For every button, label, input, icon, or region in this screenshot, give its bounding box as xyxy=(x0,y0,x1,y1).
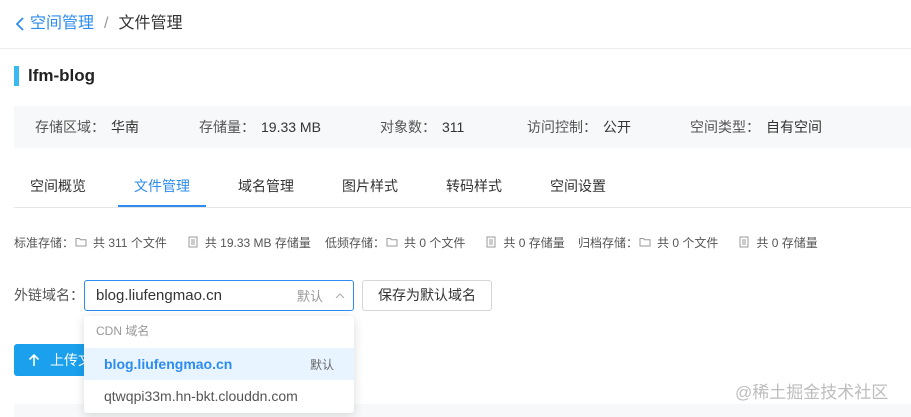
tab-overview[interactable]: 空间概览 xyxy=(14,166,102,207)
info-item-storage: 存储量： 19.33 MB xyxy=(199,106,321,148)
dropdown-option[interactable]: qtwqpi33m.hn-bkt.clouddn.com xyxy=(84,380,354,412)
folder-icon xyxy=(75,238,87,247)
breadcrumb-separator: / xyxy=(104,15,109,32)
stats-infrequent: 低频存储： 共 0 个文件 共 0 存储量 xyxy=(325,233,565,251)
bucket-info-bar: 存储区域： 华南 存储量： 19.33 MB 对象数： 311 访问控制： 公开… xyxy=(14,106,911,148)
file-icon xyxy=(188,236,198,248)
info-label: 对象数： xyxy=(380,119,436,135)
header-divider xyxy=(0,48,911,49)
stats-size: 共 0 存储量 xyxy=(503,235,565,250)
info-label: 空间类型： xyxy=(690,119,760,135)
stats-archive: 归档存储： 共 0 个文件 共 0 存储量 xyxy=(578,233,818,251)
bucket-tabs: 空间概览 文件管理 域名管理 图片样式 转码样式 空间设置 xyxy=(14,166,911,208)
info-value: 19.33 MB xyxy=(261,119,321,135)
stats-label: 标准存储： xyxy=(14,235,75,250)
tab-bucket-settings[interactable]: 空间设置 xyxy=(534,166,622,207)
breadcrumb-parent-label: 空间管理 xyxy=(30,15,95,32)
default-tag: 默认 xyxy=(296,289,323,304)
breadcrumb-current: 文件管理 xyxy=(118,15,183,32)
dropdown-option[interactable]: blog.liufengmao.cn 默认 xyxy=(84,348,354,380)
info-label: 存储量： xyxy=(199,119,255,135)
info-value: 华南 xyxy=(111,119,139,135)
domain-select[interactable]: blog.liufengmao.cn 默认 xyxy=(84,280,354,311)
bucket-title: lfm-blog xyxy=(14,65,95,87)
domain-label: 外链域名： xyxy=(14,287,84,303)
folder-icon xyxy=(386,238,398,247)
file-management-page: 空间管理 / 文件管理 lfm-blog 存储区域： 华南 存储量： 19.33… xyxy=(0,0,911,417)
tab-image-styles[interactable]: 图片样式 xyxy=(326,166,414,207)
option-label: qtwqpi33m.hn-bkt.clouddn.com xyxy=(104,388,298,404)
stats-file-count: 共 0 个文件 xyxy=(657,235,719,250)
tab-transcode-styles[interactable]: 转码样式 xyxy=(430,166,518,207)
domain-select-value: blog.liufengmao.cn xyxy=(96,287,222,304)
watermark: @稀土掘金技术社区 xyxy=(735,383,889,402)
title-accent-bar xyxy=(14,66,19,86)
info-value: 自有空间 xyxy=(766,119,822,135)
info-item-objects: 对象数： 311 xyxy=(380,106,464,148)
breadcrumb: 空间管理 / 文件管理 xyxy=(14,13,182,35)
stats-file-count: 共 0 个文件 xyxy=(404,235,466,250)
stats-label: 低频存储： xyxy=(325,235,386,250)
chevron-left-icon xyxy=(15,17,24,31)
option-label: blog.liufengmao.cn xyxy=(104,356,233,372)
stats-size: 共 0 存储量 xyxy=(756,235,818,250)
stats-label: 归档存储： xyxy=(578,235,639,250)
tab-file-management[interactable]: 文件管理 xyxy=(118,166,206,207)
dropdown-group-label: CDN 域名 xyxy=(96,324,150,338)
file-icon xyxy=(739,236,749,248)
info-label: 存储区域： xyxy=(35,119,105,135)
info-item-access: 访问控制： 公开 xyxy=(527,106,631,148)
chevron-up-icon xyxy=(335,292,345,298)
info-item-region: 存储区域： 华南 xyxy=(35,106,139,148)
option-default-tag: 默认 xyxy=(309,357,334,372)
save-default-domain-button[interactable]: 保存为默认域名 xyxy=(362,280,492,311)
stats-standard: 标准存储： 共 311 个文件 共 19.33 MB 存储量 xyxy=(14,233,311,251)
stats-file-count: 共 311 个文件 xyxy=(93,235,167,250)
info-value: 公开 xyxy=(603,119,631,135)
info-label: 访问控制： xyxy=(527,119,597,135)
folder-icon xyxy=(639,238,651,247)
bucket-name: lfm-blog xyxy=(28,66,96,85)
info-value: 311 xyxy=(442,119,465,135)
arrow-up-icon xyxy=(28,353,40,366)
file-icon xyxy=(486,236,496,248)
domain-dropdown: CDN 域名 blog.liufengmao.cn 默认 qtwqpi33m.h… xyxy=(84,316,354,413)
breadcrumb-parent-link[interactable]: 空间管理 xyxy=(14,13,94,35)
info-item-bucket-type: 空间类型： 自有空间 xyxy=(690,106,822,148)
stats-size: 共 19.33 MB 存储量 xyxy=(204,235,311,250)
tab-domain-management[interactable]: 域名管理 xyxy=(222,166,310,207)
